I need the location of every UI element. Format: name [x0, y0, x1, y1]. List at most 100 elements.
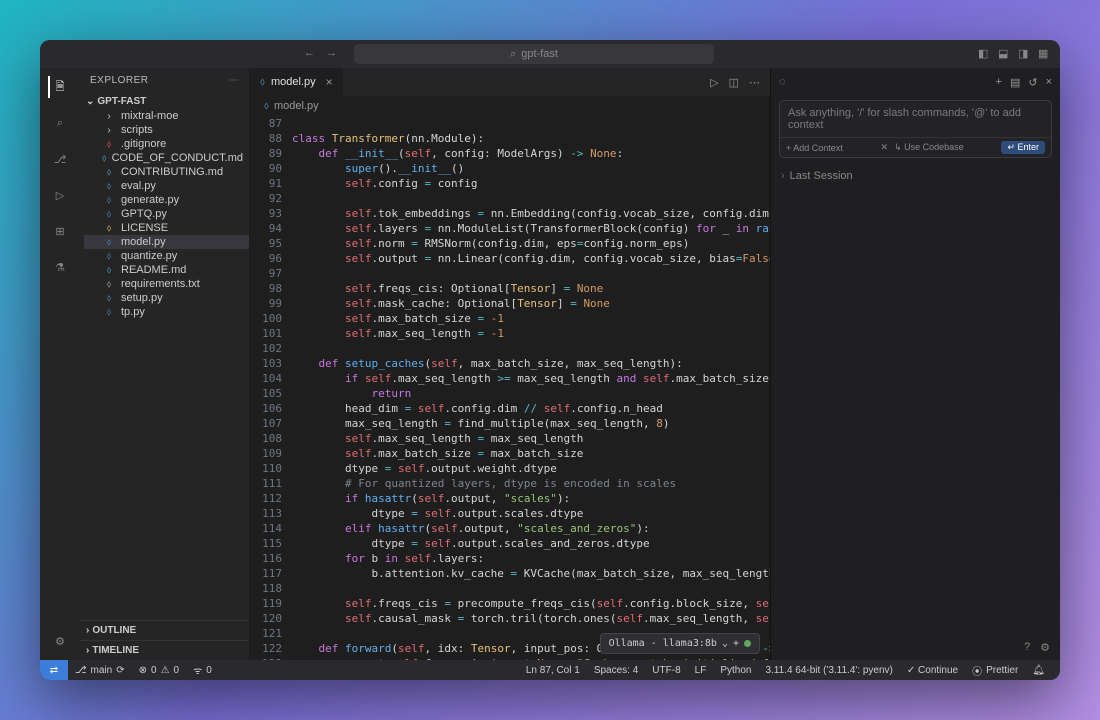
testing-icon[interactable]: ⚗	[49, 256, 71, 278]
file-item[interactable]: ⬨GPTQ.py	[84, 207, 249, 221]
more-icon[interactable]: ⋯	[749, 76, 760, 89]
cursor-position[interactable]: Ln 87, Col 1	[519, 663, 587, 678]
use-codebase-button[interactable]: ↳ Use Codebase	[894, 142, 964, 153]
explorer-label: EXPLORER	[90, 75, 148, 86]
run-icon[interactable]: ▷	[710, 76, 718, 89]
chevron-right-icon: ›	[102, 111, 116, 122]
code-content[interactable]: class Transformer(nn.Module): def __init…	[292, 116, 770, 660]
python-file-icon: ⬨	[264, 100, 269, 113]
file-item[interactable]: ⬨CODE_OF_CONDUCT.md	[84, 151, 249, 165]
file-icon: ⬨	[102, 209, 116, 220]
file-item[interactable]: ⬨LICENSE	[84, 221, 249, 235]
nav-forward-icon[interactable]: →	[326, 47, 340, 61]
add-context-button[interactable]: + Add Context	[786, 143, 843, 153]
breadcrumb[interactable]: ⬨ model.py	[250, 96, 770, 116]
split-icon[interactable]: ◫	[729, 76, 739, 89]
file-icon: ⬨	[102, 139, 116, 150]
file-item[interactable]: ⬨tp.py	[84, 305, 249, 319]
vscode-window: ← → ⌕ gpt-fast ◧ ⬓ ◨ ▦ 🗎 ⌕ ⎇ ▷ ⊞ ⚗ ⚙	[40, 40, 1060, 680]
close-hint[interactable]: ✕	[881, 142, 889, 153]
eol[interactable]: LF	[688, 663, 714, 678]
layout-custom-icon[interactable]: ▦	[1038, 47, 1052, 61]
layout-right-icon[interactable]: ◨	[1018, 47, 1032, 61]
add-icon[interactable]: +	[733, 636, 739, 651]
tab-model-py[interactable]: ⬨ model.py ×	[250, 68, 344, 96]
git-branch[interactable]: ⎇ main ⟳	[68, 665, 132, 676]
layout-left-icon[interactable]: ◧	[978, 47, 992, 61]
file-item[interactable]: ⬨setup.py	[84, 291, 249, 305]
language-mode[interactable]: Python	[713, 663, 758, 678]
chat-input-box[interactable]: Ask anything, '/' for slash commands, '@…	[779, 100, 1052, 158]
ai-model-selector[interactable]: Ollama - llama3:8b ⌄ +	[600, 633, 760, 654]
editor-area: ⬨ model.py × ▷ ◫ ⋯ ⬨ model.py 87 88 89 9…	[250, 68, 770, 660]
file-item[interactable]: ⬨quantize.py	[84, 249, 249, 263]
tab-bar: ⬨ model.py × ▷ ◫ ⋯	[250, 68, 770, 96]
activity-bar: 🗎 ⌕ ⎇ ▷ ⊞ ⚗ ⚙	[40, 68, 80, 660]
code-editor[interactable]: 87 88 89 90 91 92 93 94 95 96 97 98 99 1…	[250, 116, 770, 660]
file-icon: ⬨	[102, 279, 116, 290]
nav-back-icon[interactable]: ←	[304, 47, 318, 61]
tab-label: model.py	[271, 76, 316, 88]
file-icon: ⬨	[102, 307, 116, 318]
project-header[interactable]: ⌄ GPT-FAST	[80, 94, 249, 109]
ports[interactable]: ᯤ0	[186, 663, 219, 677]
error-icon: ⊗	[139, 665, 147, 676]
file-icon: ⬨	[102, 223, 116, 234]
chevron-right-icon: ›	[102, 125, 116, 136]
new-chat-icon[interactable]: +	[996, 76, 1002, 89]
chevron-down-icon: ⌄	[722, 636, 728, 651]
titlebar: ← → ⌕ gpt-fast ◧ ⬓ ◨ ▦	[40, 40, 1060, 68]
file-icon: ⬨	[102, 251, 116, 262]
folder-item[interactable]: ›scripts	[84, 123, 249, 137]
close-icon[interactable]: ×	[1046, 76, 1052, 89]
indentation[interactable]: Spaces: 4	[587, 663, 645, 678]
remote-icon[interactable]: ⇄	[40, 660, 68, 680]
chevron-right-icon: ›	[86, 625, 89, 636]
file-icon: ⬨	[102, 153, 107, 164]
file-icon: ⬨	[102, 195, 116, 206]
chevron-right-icon: ›	[781, 170, 785, 182]
file-icon: ⬨	[102, 181, 116, 192]
file-item[interactable]: ⬨README.md	[84, 263, 249, 277]
file-icon: ⬨	[102, 265, 116, 276]
file-icon: ⬨	[102, 293, 116, 304]
file-item[interactable]: ⬨eval.py	[84, 179, 249, 193]
help-icon[interactable]: ?	[1024, 641, 1030, 654]
explorer-icon[interactable]: 🗎	[48, 76, 70, 98]
outline-section[interactable]: › OUTLINE	[80, 620, 249, 640]
line-gutter: 87 88 89 90 91 92 93 94 95 96 97 98 99 1…	[250, 116, 292, 660]
chat-placeholder[interactable]: Ask anything, '/' for slash commands, '@…	[780, 101, 1051, 137]
last-session-item[interactable]: › Last Session	[781, 168, 1050, 184]
file-tree: ›mixtral-moe›scripts⬨.gitignore⬨CODE_OF_…	[80, 109, 249, 319]
search-icon[interactable]: ⌕	[49, 112, 71, 134]
project-name: GPT-FAST	[97, 96, 146, 107]
encoding[interactable]: UTF-8	[645, 663, 687, 678]
layout-bottom-icon[interactable]: ⬓	[998, 47, 1012, 61]
extensions-icon[interactable]: ⊞	[49, 220, 71, 242]
file-item[interactable]: ⬨CONTRIBUTING.md	[84, 165, 249, 179]
notifications-icon[interactable]: 🔔︎	[1025, 663, 1052, 678]
file-item[interactable]: ⬨.gitignore	[84, 137, 249, 151]
prettier-status[interactable]: ⦿Prettier	[965, 663, 1025, 678]
file-item[interactable]: ⬨requirements.txt	[84, 277, 249, 291]
file-icon: ⬨	[102, 167, 116, 178]
settings-gear-icon[interactable]: ⚙	[49, 630, 71, 652]
history-icon[interactable]: ↺	[1028, 76, 1037, 89]
book-icon[interactable]: ▤	[1010, 76, 1020, 89]
command-center[interactable]: ⌕ gpt-fast	[354, 44, 714, 64]
timeline-section[interactable]: › TIMELINE	[80, 640, 249, 660]
file-item[interactable]: ⬨generate.py	[84, 193, 249, 207]
chat-loading-icon[interactable]: ◌	[779, 76, 786, 88]
folder-item[interactable]: ›mixtral-moe	[84, 109, 249, 123]
file-item[interactable]: ⬨model.py	[84, 235, 249, 249]
gear-icon[interactable]: ⚙	[1040, 641, 1050, 654]
problems[interactable]: ⊗0 ⚠0	[132, 665, 186, 676]
close-icon[interactable]: ×	[326, 75, 333, 89]
interpreter[interactable]: 3.11.4 64-bit ('3.11.4': pyenv)	[758, 663, 899, 678]
source-control-icon[interactable]: ⎇	[49, 148, 71, 170]
explorer-more-icon[interactable]: ⋯	[229, 75, 240, 86]
branch-icon: ⎇	[75, 665, 87, 676]
enter-button[interactable]: ↵ Enter	[1001, 141, 1045, 154]
continue-status[interactable]: ✓ Continue	[900, 663, 965, 678]
run-debug-icon[interactable]: ▷	[49, 184, 71, 206]
